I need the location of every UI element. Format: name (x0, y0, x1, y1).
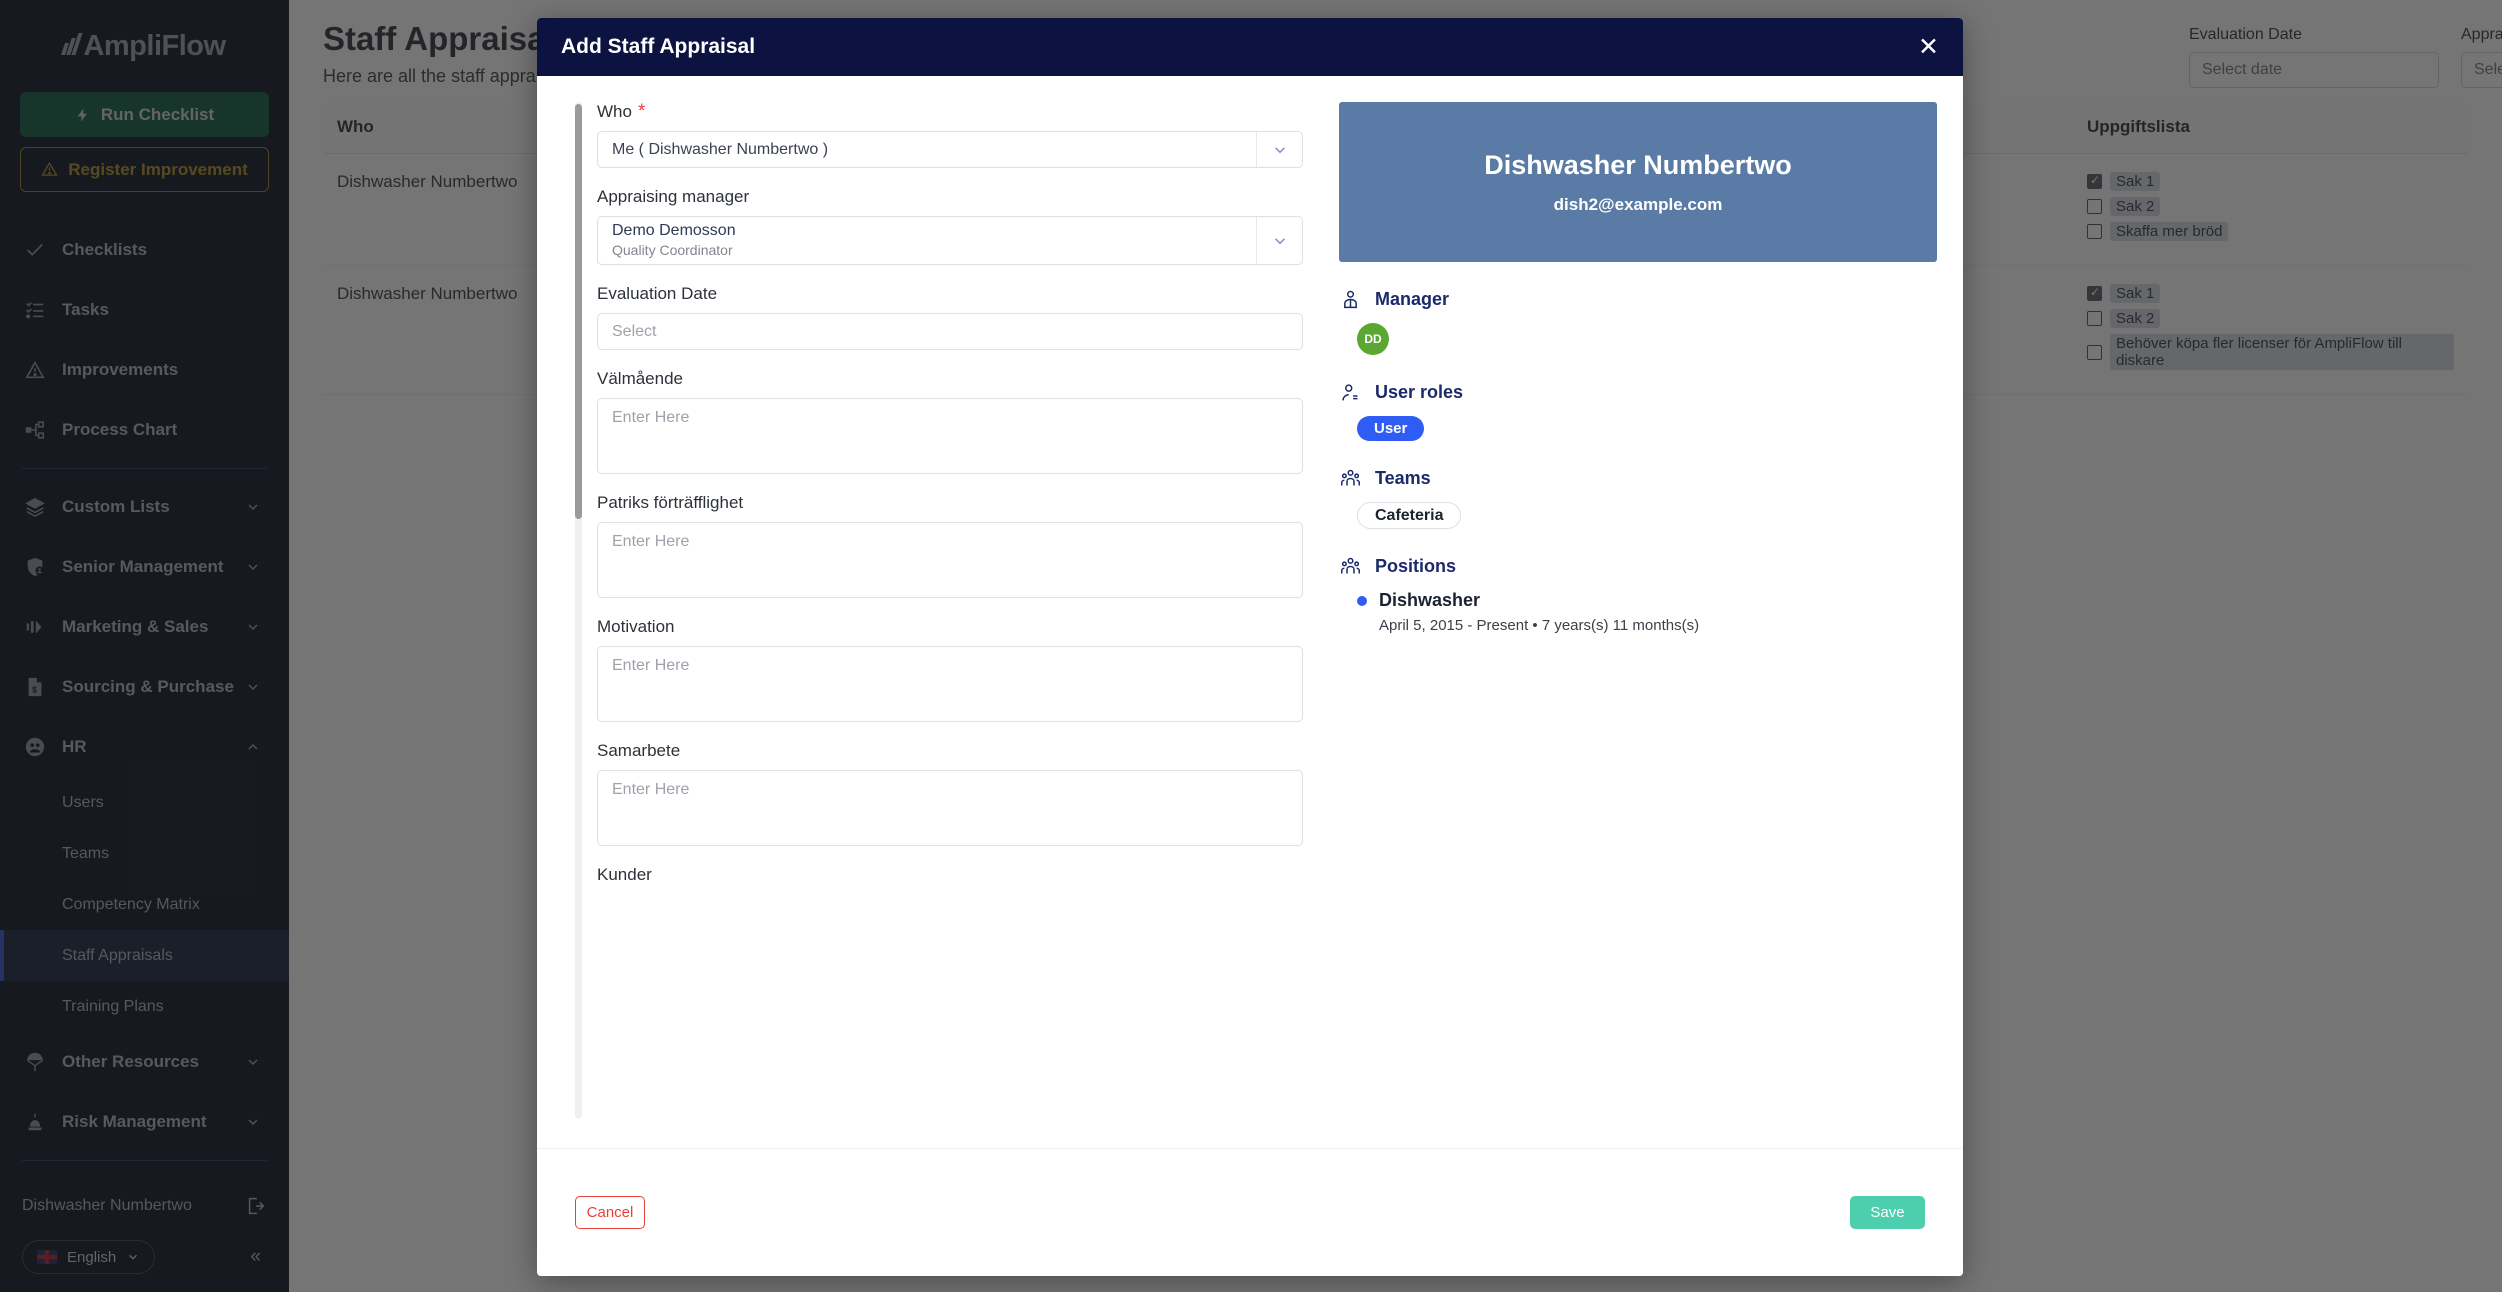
required-asterisk: * (637, 102, 646, 122)
valmaende-textarea[interactable]: Enter Here (597, 398, 1303, 474)
valmaende-placeholder: Enter Here (612, 409, 690, 426)
samarbete-placeholder: Enter Here (612, 781, 690, 798)
motivation-placeholder: Enter Here (612, 657, 690, 674)
field-motivation-label: Motivation (597, 617, 675, 636)
manager-heading: Manager (1375, 288, 1450, 309)
field-samarbete: Samarbete Enter Here (597, 741, 1303, 846)
field-valmaende-label: Välmående (597, 369, 684, 388)
add-staff-appraisal-modal: Add Staff Appraisal ✕ Who * Me ( Dishwas… (537, 18, 1963, 1276)
cancel-button[interactable]: Cancel (575, 1196, 645, 1229)
field-kunder-label: Kunder (597, 865, 652, 884)
user-roles-section: User roles User (1339, 381, 1937, 441)
positions-people-icon (1339, 555, 1361, 577)
manager-person-icon (1339, 288, 1361, 310)
profile-email: dish2@example.com (1553, 194, 1723, 214)
field-who-label: Who * (597, 102, 1303, 122)
profile-banner: Dishwasher Numbertwo dish2@example.com (1339, 102, 1937, 262)
chevron-down-icon (1256, 132, 1302, 167)
positions-heading: Positions (1375, 555, 1457, 576)
field-patriks-fortrafflighet: Patriks förträfflighet Enter Here (597, 493, 1303, 598)
appraising-manager-select[interactable]: Demo Demosson Quality Coordinator (597, 216, 1303, 265)
role-badge: User (1357, 416, 1425, 441)
patriks-fortrafflighet-textarea[interactable]: Enter Here (597, 522, 1303, 598)
manager-avatar[interactable]: DD (1357, 323, 1389, 355)
manager-section: Manager DD (1339, 288, 1937, 355)
form-scrollbar[interactable] (575, 102, 582, 1119)
motivation-textarea[interactable]: Enter Here (597, 646, 1303, 722)
position-item: Dishwasher (1357, 590, 1937, 611)
who-select[interactable]: Me ( Dishwasher Numbertwo ) (597, 131, 1303, 168)
position-meta: April 5, 2015 - Present • 7 years(s) 11 … (1379, 617, 1700, 634)
field-motivation: Motivation Enter Here (597, 617, 1303, 722)
field-who: Who * Me ( Dishwasher Numbertwo ) (597, 102, 1303, 168)
field-samarbete-label: Samarbete (597, 741, 681, 760)
appraising-manager-value: Demo Demosson (612, 222, 736, 240)
field-evaluation-date-label: Evaluation Date (597, 284, 718, 303)
user-roles-heading: User roles (1375, 381, 1464, 402)
bullet-dot-icon (1357, 595, 1367, 606)
save-button[interactable]: Save (1850, 1196, 1925, 1229)
positions-section: Positions Dishwasher April 5, 2015 - Pre… (1339, 555, 1937, 634)
modal-body: Who * Me ( Dishwasher Numbertwo ) Apprai… (537, 76, 1963, 1148)
field-kunder: Kunder (597, 865, 1303, 885)
appraising-manager-subvalue: Quality Coordinator (612, 242, 733, 259)
who-select-value: Me ( Dishwasher Numbertwo ) (612, 140, 829, 158)
profile-name: Dishwasher Numbertwo (1484, 149, 1792, 180)
team-badge: Cafeteria (1357, 502, 1462, 529)
evaluation-date-input[interactable]: Select (597, 313, 1303, 350)
field-appraising-manager: Appraising manager Demo Demosson Quality… (597, 187, 1303, 265)
close-icon[interactable]: ✕ (1918, 34, 1939, 60)
teams-heading: Teams (1375, 467, 1431, 488)
team-people-icon (1339, 467, 1361, 489)
modal-title: Add Staff Appraisal (561, 35, 756, 58)
evaluation-date-placeholder: Select (612, 322, 657, 340)
field-patriks-fortrafflighet-label: Patriks förträfflighet (597, 493, 744, 512)
field-valmaende: Välmående Enter Here (597, 369, 1303, 474)
appraisal-form: Who * Me ( Dishwasher Numbertwo ) Apprai… (555, 102, 1315, 1148)
field-appraising-manager-label: Appraising manager (597, 187, 750, 206)
form-scrollbar-thumb[interactable] (575, 104, 582, 519)
user-role-icon (1339, 381, 1361, 403)
modal-header: Add Staff Appraisal ✕ (537, 18, 1963, 76)
position-name: Dishwasher (1379, 590, 1481, 610)
teams-section: Teams Cafeteria (1339, 467, 1937, 529)
patriks-fortrafflighet-placeholder: Enter Here (612, 533, 690, 550)
user-detail-panel: Dishwasher Numbertwo dish2@example.com M… (1315, 102, 1963, 1148)
field-who-label-text: Who (597, 102, 632, 121)
samarbete-textarea[interactable]: Enter Here (597, 770, 1303, 846)
chevron-down-icon (1256, 217, 1302, 264)
modal-footer: Cancel Save (537, 1148, 1963, 1276)
field-evaluation-date: Evaluation Date Select (597, 284, 1303, 350)
